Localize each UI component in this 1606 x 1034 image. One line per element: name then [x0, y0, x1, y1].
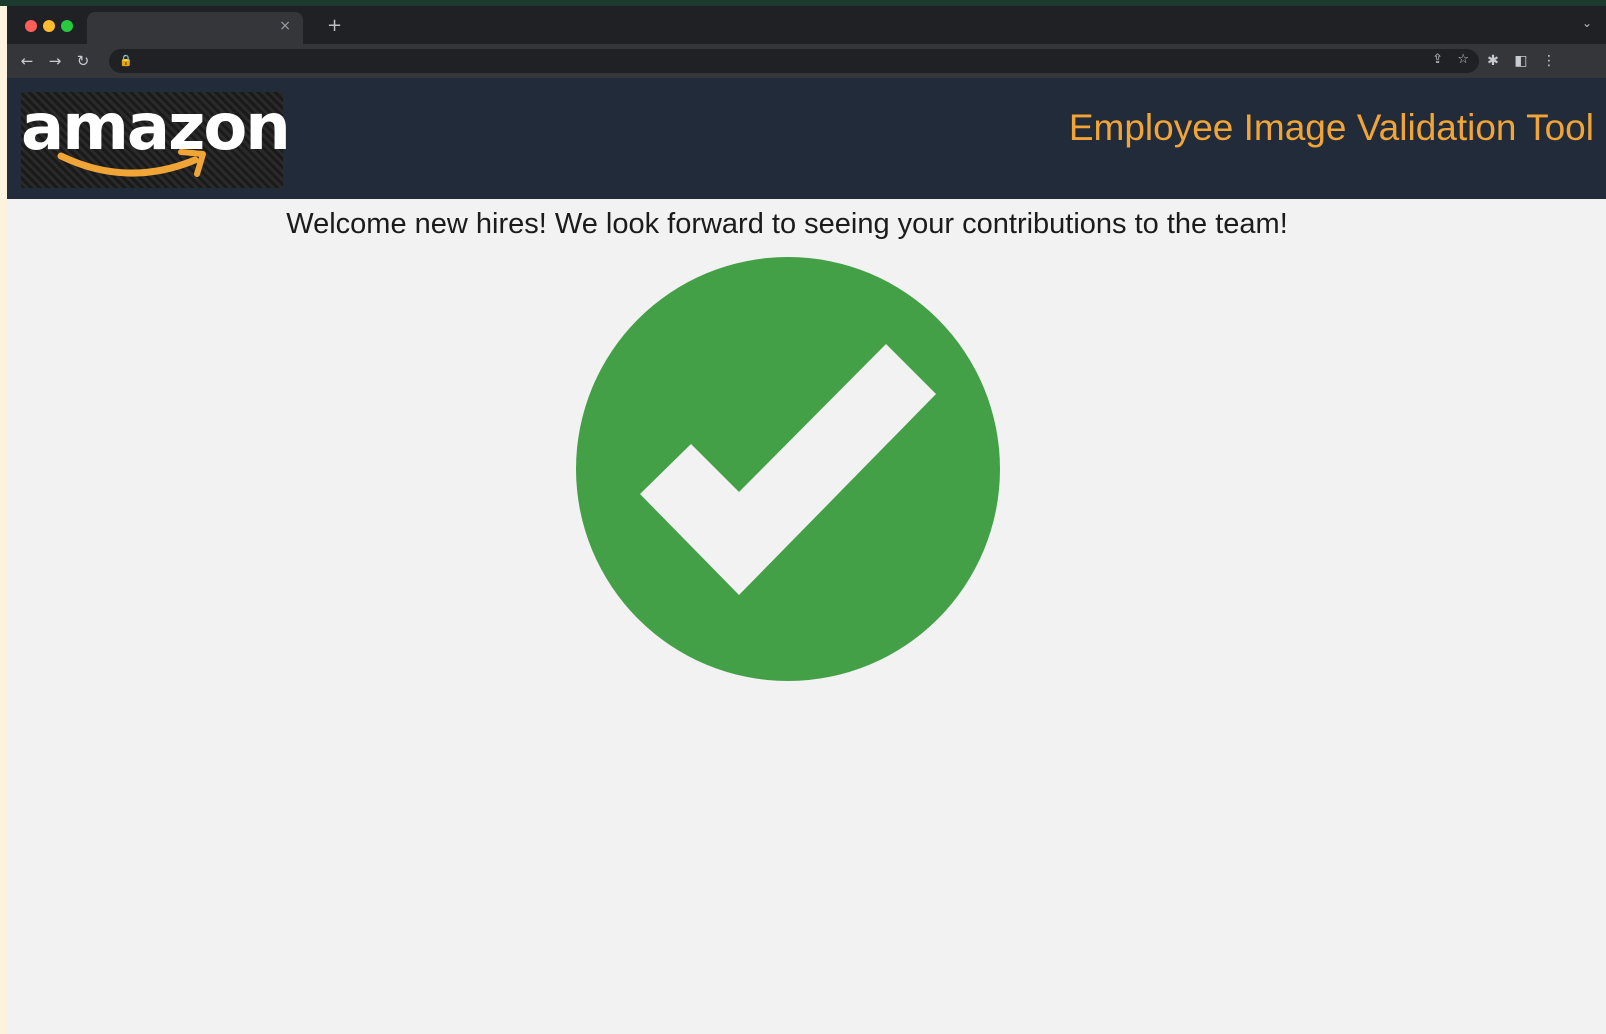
welcome-message: Welcome new hires! We look forward to se…: [286, 208, 1288, 240]
browser-toolbar: ← → ↻ 🔒 ⇪ ☆ ✱ ◧ ⋮: [7, 44, 1606, 78]
checkmark-circle-icon: [576, 257, 1000, 681]
new-tab-icon[interactable]: +: [327, 15, 342, 36]
back-arrow-icon[interactable]: ←: [15, 49, 39, 73]
tab-bar: × + ⌄: [7, 6, 1606, 44]
site-header: amazon Employee Image Validation Tool: [7, 78, 1606, 199]
extensions-puzzle-icon[interactable]: ✱: [1481, 49, 1505, 73]
side-panel-icon[interactable]: ◧: [1509, 49, 1533, 73]
minimize-window-button[interactable]: [43, 20, 55, 32]
browser-menu-icon[interactable]: ⋮: [1537, 49, 1561, 73]
browser-window: × + ⌄ ← → ↻ 🔒 ⇪ ☆ ✱ ◧ ⋮ amazon Employee …: [7, 6, 1606, 1034]
tab-list-chevron-icon[interactable]: ⌄: [1582, 16, 1592, 30]
page-title: Employee Image Validation Tool: [1068, 107, 1594, 148]
forward-arrow-icon[interactable]: →: [43, 49, 67, 73]
address-bar[interactable]: 🔒 ⇪ ☆: [109, 49, 1479, 73]
browser-tab[interactable]: ×: [87, 12, 303, 44]
smile-arrow-icon: [57, 149, 206, 177]
window-controls: [25, 20, 73, 32]
maximize-window-button[interactable]: [61, 20, 73, 32]
amazon-logo[interactable]: amazon: [21, 91, 291, 188]
reload-icon[interactable]: ↻: [71, 49, 95, 73]
lock-icon[interactable]: 🔒: [119, 54, 133, 67]
bookmark-star-icon[interactable]: ☆: [1457, 52, 1469, 67]
close-tab-icon[interactable]: ×: [279, 18, 291, 34]
share-icon[interactable]: ⇪: [1432, 52, 1443, 67]
close-window-button[interactable]: [25, 20, 37, 32]
